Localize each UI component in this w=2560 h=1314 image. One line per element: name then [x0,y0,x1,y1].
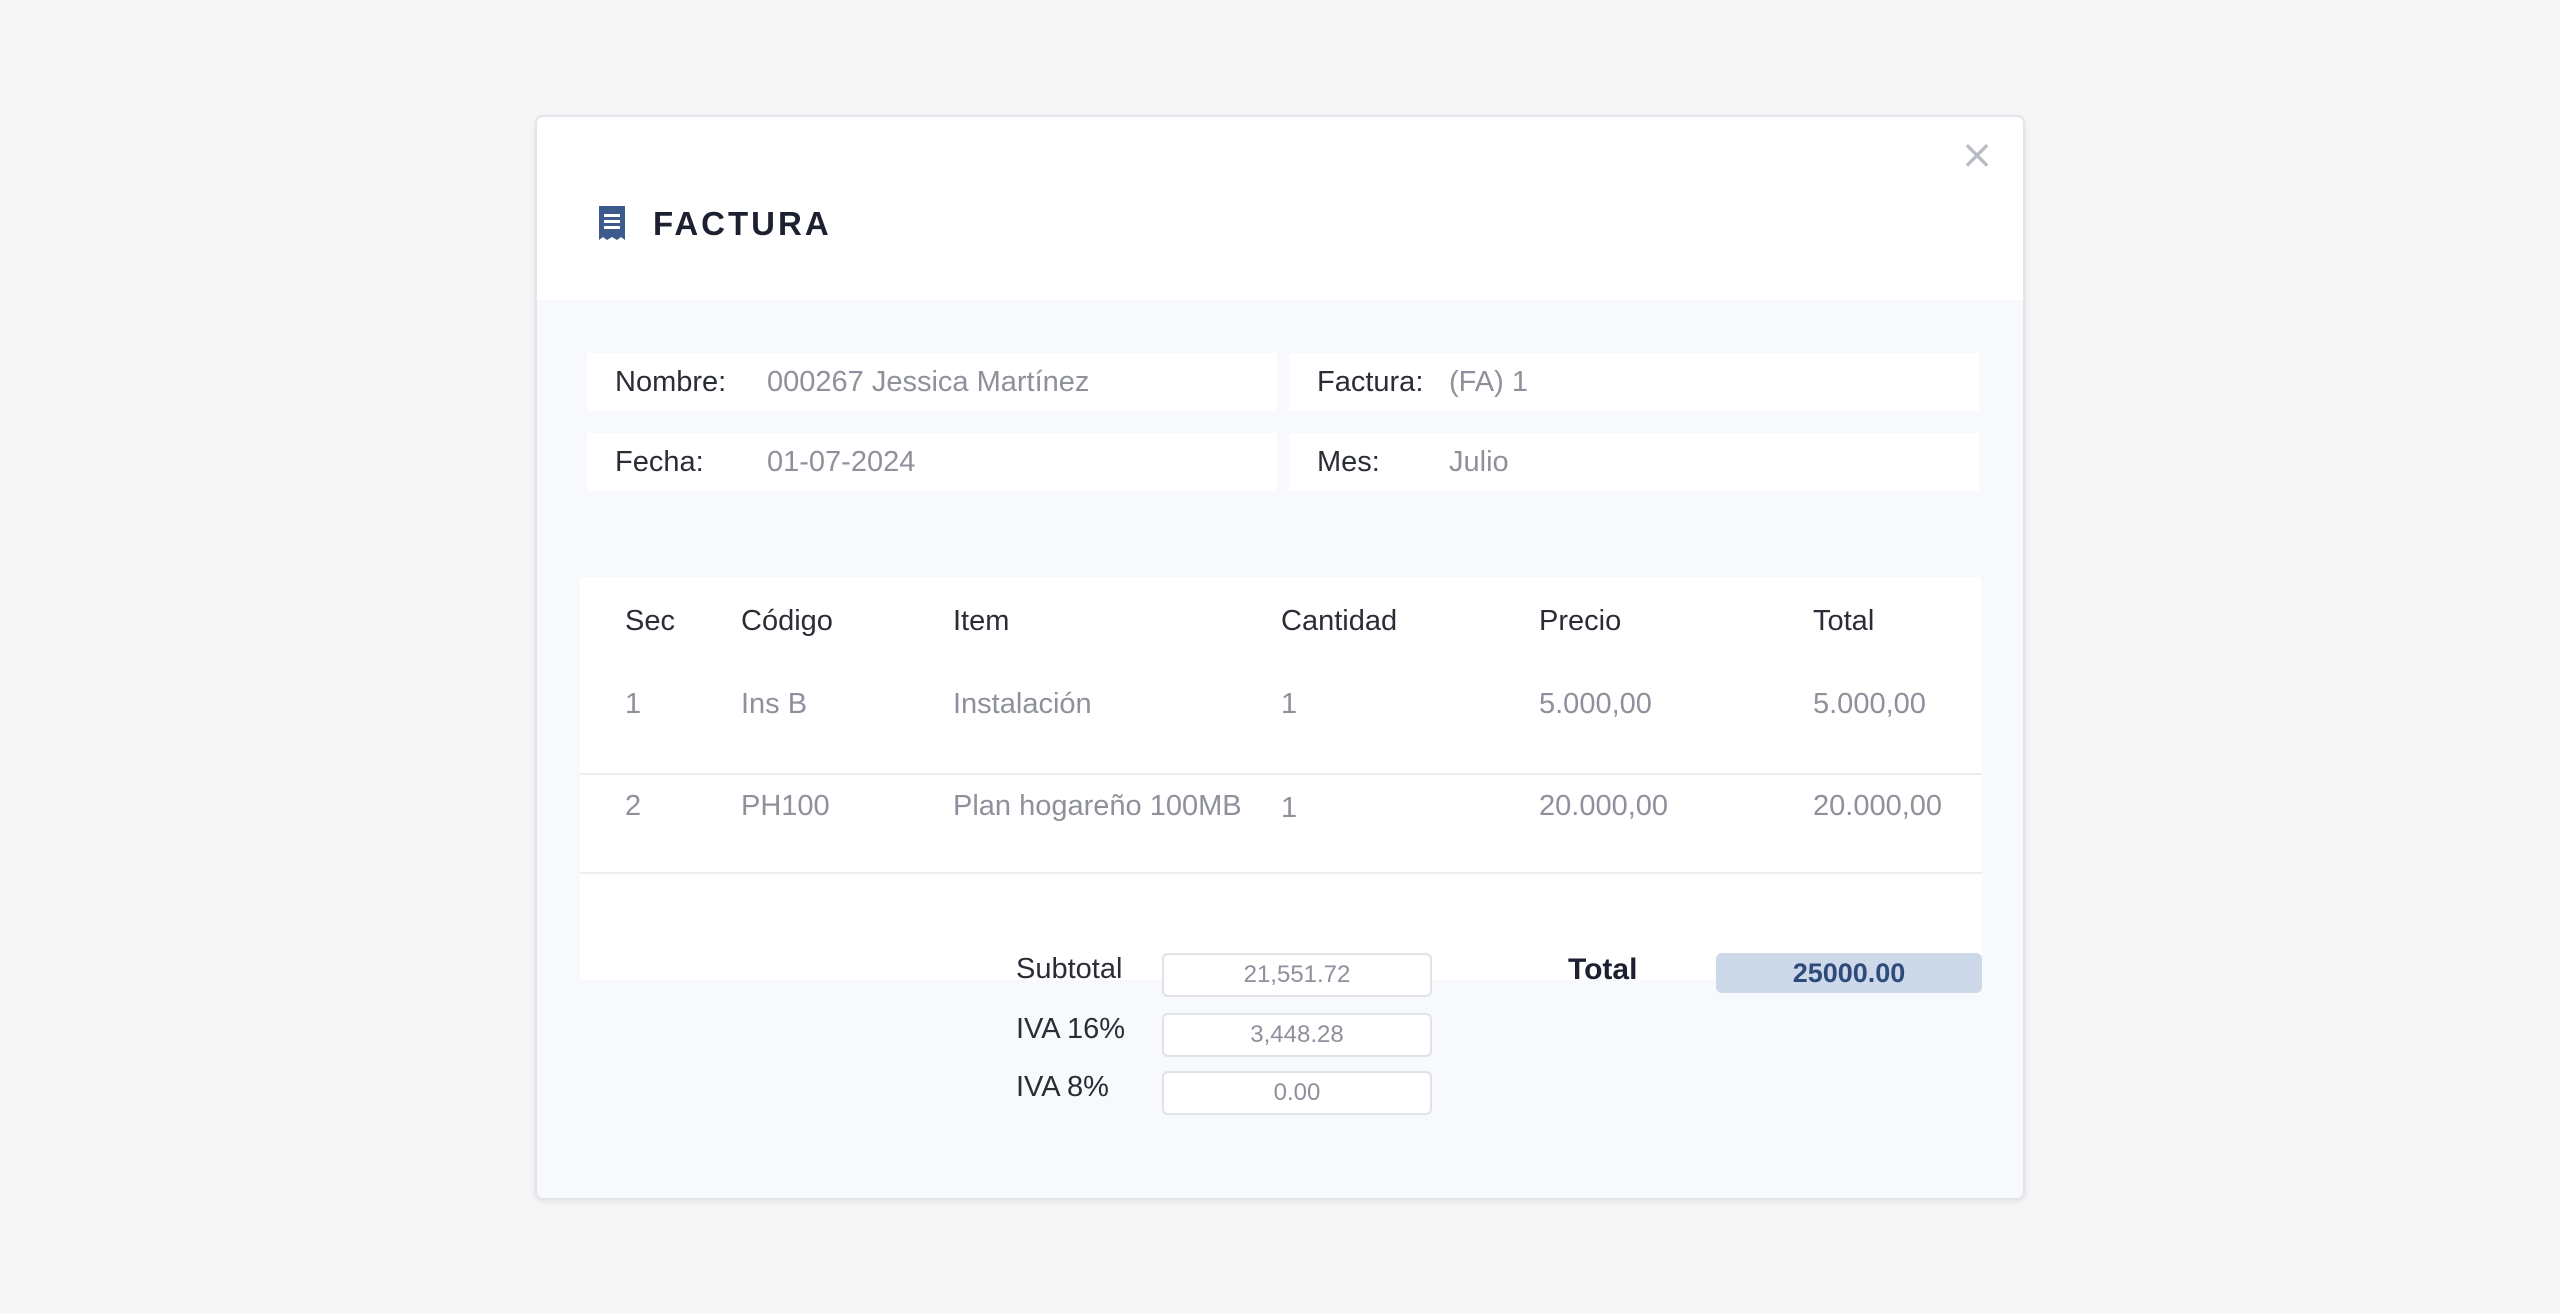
col-header-precio: Precio [1539,605,1622,637]
col-header-cantidad: Cantidad [1281,605,1398,637]
modal-title-area: FACTURA [595,199,832,249]
close-button[interactable]: × [1957,135,1997,175]
row-1-sec: 1 [625,688,642,720]
mes-field: Mes: Julio [1289,433,1979,491]
invoice-modal: × FACTURA Nombre: 000267 Jessica Martíne… [535,115,2025,1200]
iva8-label: IVA 8% [1016,1071,1109,1103]
nombre-label: Nombre: [615,365,727,398]
fecha-field: Fecha: 01-07-2024 [587,433,1277,491]
row-2-cantidad: 1 [1281,792,1298,824]
items-table: Sec Código Item Cantidad Precio Total 1 … [580,577,1982,980]
row-1-codigo: Ins B [741,688,808,720]
row-2-item: Plan hogareño 100MB [953,790,1242,822]
row-2-total: 20.000,00 [1813,790,1943,822]
col-header-total: Total [1813,605,1875,637]
grand-total-label: Total [1568,953,1638,986]
modal-header: × FACTURA [537,117,2023,300]
factura-field: Factura: (FA) 1 [1289,353,1979,411]
row-2-sec: 2 [625,790,642,822]
row-1-item: Instalación [953,688,1092,720]
row-divider [580,872,1982,874]
iva16-label: IVA 16% [1016,1013,1126,1045]
col-header-codigo: Código [741,605,833,637]
row-2-precio: 20.000,00 [1539,790,1669,822]
subtotal-label: Subtotal [1016,953,1123,985]
col-header-item: Item [953,605,1010,637]
grand-total-value: 25000.00 [1716,953,1982,993]
header-divider [580,773,1982,775]
col-header-sec: Sec [625,605,675,637]
subtotal-field[interactable]: 21,551.72 [1162,953,1432,997]
factura-label: Factura: [1317,365,1424,398]
close-icon: × [1960,132,1994,178]
nombre-value: 000267 Jessica Martínez [767,365,1090,398]
fecha-value: 01-07-2024 [767,445,916,478]
iva8-field[interactable]: 0.00 [1162,1071,1432,1115]
receipt-icon [595,204,629,244]
mes-value: Julio [1449,445,1509,478]
nombre-field: Nombre: 000267 Jessica Martínez [587,353,1277,411]
iva16-field[interactable]: 3,448.28 [1162,1013,1432,1057]
mes-label: Mes: [1317,445,1380,478]
row-1-cantidad: 1 [1281,688,1298,720]
modal-title: FACTURA [653,205,832,242]
row-1-total: 5.000,00 [1813,688,1926,720]
fecha-label: Fecha: [615,445,704,478]
row-2-codigo: PH100 [741,790,830,822]
row-1-precio: 5.000,00 [1539,688,1652,720]
factura-value: (FA) 1 [1449,365,1528,398]
